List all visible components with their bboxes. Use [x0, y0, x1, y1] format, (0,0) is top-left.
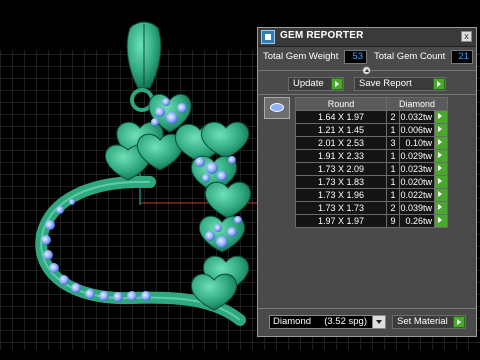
gem-weight: 0.26tw: [399, 214, 435, 228]
play-arrow-icon: [438, 165, 442, 171]
select-row-button[interactable]: [434, 110, 448, 124]
select-row-button[interactable]: [434, 136, 448, 150]
set-material-button-label: Set Material: [397, 316, 448, 327]
update-button[interactable]: Update: [288, 77, 344, 91]
gem-weight: 0.020tw: [399, 175, 435, 189]
gem-qty: 9: [386, 214, 400, 228]
gem-qty: 2: [386, 201, 400, 215]
total-weight-label: Total Gem Weight: [263, 51, 339, 62]
gem-size: 1.73 X 1.83: [295, 175, 387, 189]
total-weight-value: 53: [344, 50, 367, 64]
select-row-button[interactable]: [434, 188, 448, 202]
play-arrow-icon: [433, 78, 445, 90]
select-row-button[interactable]: [434, 162, 448, 176]
play-arrow-icon: [438, 139, 442, 145]
table-row[interactable]: 1.21 X 1.45 1 0.006tw: [295, 123, 448, 137]
gem-qty: 2: [386, 110, 400, 124]
gem-qty: 3: [386, 136, 400, 150]
gem-weight: 0.022tw: [399, 188, 435, 202]
select-row-button[interactable]: [434, 175, 448, 189]
gem-weight: 0.032tw: [399, 110, 435, 124]
chevron-down-icon[interactable]: [372, 316, 385, 328]
table-row[interactable]: 1.73 X 1.96 1 0.022tw: [295, 188, 448, 202]
update-button-label: Update: [293, 78, 324, 89]
gem-weight: 0.10tw: [399, 136, 435, 150]
gem-shape-preview: [264, 97, 290, 119]
gem-weight: 0.039tw: [399, 201, 435, 215]
gem-qty: 1: [386, 175, 400, 189]
gem-size: 1.64 X 1.97: [295, 110, 387, 124]
column-header-shape: Round: [295, 97, 387, 111]
gem-weight: 0.029tw: [399, 149, 435, 163]
play-arrow-icon: [438, 204, 442, 210]
select-row-button[interactable]: [434, 149, 448, 163]
gem-size: 1.97 X 1.97: [295, 214, 387, 228]
total-count-label: Total Gem Count: [374, 51, 446, 62]
play-arrow-icon: [438, 152, 442, 158]
table-row[interactable]: 1.73 X 1.83 1 0.020tw: [295, 175, 448, 189]
gem-qty: 1: [386, 188, 400, 202]
column-header-material: Diamond: [386, 97, 448, 111]
play-arrow-icon: [438, 113, 442, 119]
gem-size: 1.21 X 1.45: [295, 123, 387, 137]
table-header-row: Round Diamond: [295, 97, 448, 111]
table-row[interactable]: 1.73 X 1.73 2 0.039tw: [295, 201, 448, 215]
gem-reporter-icon: [261, 30, 275, 44]
gem-reporter-panel: GEM REPORTER x Total Gem Weight 53 Total…: [257, 27, 477, 337]
save-report-button-label: Save Report: [359, 78, 412, 89]
gem-qty: 1: [386, 123, 400, 137]
play-arrow-icon: [438, 126, 442, 132]
close-icon[interactable]: x: [461, 31, 472, 42]
gem-weight: 0.006tw: [399, 123, 435, 137]
gem-size: 1.91 X 2.33: [295, 149, 387, 163]
play-arrow-icon: [438, 217, 442, 223]
select-row-button[interactable]: [434, 123, 448, 137]
table-row[interactable]: 1.91 X 2.33 1 0.029tw: [295, 149, 448, 163]
table-row[interactable]: 1.73 X 2.09 1 0.023tw: [295, 162, 448, 176]
play-arrow-icon: [331, 78, 343, 90]
gem-size: 1.73 X 1.73: [295, 201, 387, 215]
table-row[interactable]: 2.01 X 2.53 3 0.10tw: [295, 136, 448, 150]
gem-report-table: Round Diamond 1.64 X 1.97 2 0.032tw 1.21 X …: [295, 97, 448, 228]
save-report-button[interactable]: Save Report: [354, 77, 446, 91]
gem-qty: 1: [386, 162, 400, 176]
total-count-value: 21: [451, 50, 473, 64]
gem-qty: 1: [386, 149, 400, 163]
material-select-value: Diamond (3.52 spg): [273, 316, 367, 327]
select-row-button[interactable]: [434, 214, 448, 228]
panel-titlebar[interactable]: GEM REPORTER x: [258, 28, 476, 47]
table-row[interactable]: 1.97 X 1.97 9 0.26tw: [295, 214, 448, 228]
material-select[interactable]: Diamond (3.52 spg): [269, 315, 386, 329]
play-arrow-icon: [438, 191, 442, 197]
play-arrow-icon: [453, 316, 465, 328]
panel-title: GEM REPORTER: [280, 30, 364, 41]
select-row-button[interactable]: [434, 201, 448, 215]
gem-size: 1.73 X 2.09: [295, 162, 387, 176]
set-material-button[interactable]: Set Material: [392, 315, 466, 329]
gem-size: 2.01 X 2.53: [295, 136, 387, 150]
collapse-icon[interactable]: [362, 66, 371, 75]
table-row[interactable]: 1.64 X 1.97 2 0.032tw: [295, 110, 448, 124]
round-gem-icon: [270, 103, 284, 112]
gem-weight: 0.023tw: [399, 162, 435, 176]
gem-size: 1.73 X 1.96: [295, 188, 387, 202]
play-arrow-icon: [438, 178, 442, 184]
